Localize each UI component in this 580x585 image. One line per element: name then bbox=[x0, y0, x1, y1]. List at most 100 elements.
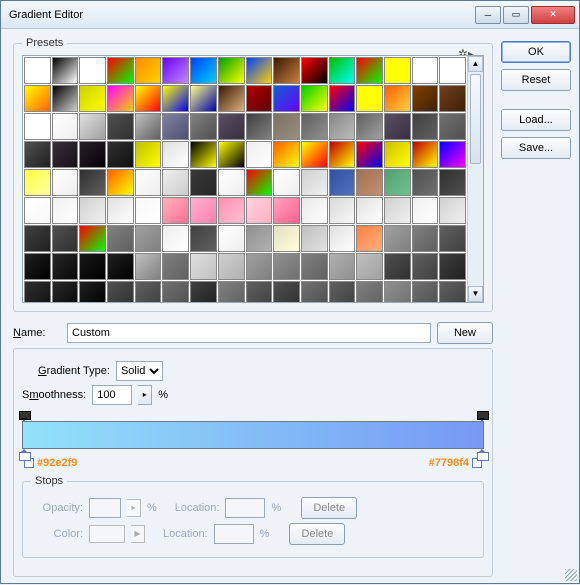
preset-swatch[interactable] bbox=[190, 281, 217, 303]
preset-swatch[interactable] bbox=[439, 113, 466, 140]
preset-swatch[interactable] bbox=[246, 141, 273, 168]
preset-swatch[interactable] bbox=[79, 141, 106, 168]
preset-swatch[interactable] bbox=[273, 225, 300, 252]
preset-swatch[interactable] bbox=[218, 197, 245, 224]
preset-swatch[interactable] bbox=[439, 225, 466, 252]
preset-swatch[interactable] bbox=[79, 253, 106, 280]
preset-swatch[interactable] bbox=[24, 281, 51, 303]
preset-swatch[interactable] bbox=[356, 253, 383, 280]
maximize-button[interactable]: ▭ bbox=[503, 6, 529, 24]
presets-grid[interactable] bbox=[23, 56, 467, 302]
preset-swatch[interactable] bbox=[52, 113, 79, 140]
preset-swatch[interactable] bbox=[384, 169, 411, 196]
preset-swatch[interactable] bbox=[412, 141, 439, 168]
preset-swatch[interactable] bbox=[52, 85, 79, 112]
preset-swatch[interactable] bbox=[162, 253, 189, 280]
preset-swatch[interactable] bbox=[52, 169, 79, 196]
preset-swatch[interactable] bbox=[329, 169, 356, 196]
preset-swatch[interactable] bbox=[356, 85, 383, 112]
preset-swatch[interactable] bbox=[384, 281, 411, 303]
preset-swatch[interactable] bbox=[301, 197, 328, 224]
preset-swatch[interactable] bbox=[218, 281, 245, 303]
preset-swatch[interactable] bbox=[162, 113, 189, 140]
preset-swatch[interactable] bbox=[218, 253, 245, 280]
preset-swatch[interactable] bbox=[356, 197, 383, 224]
scroll-track[interactable] bbox=[468, 72, 483, 286]
preset-swatch[interactable] bbox=[52, 141, 79, 168]
preset-swatch[interactable] bbox=[52, 281, 79, 303]
preset-swatch[interactable] bbox=[356, 281, 383, 303]
preset-swatch[interactable] bbox=[273, 281, 300, 303]
preset-swatch[interactable] bbox=[246, 169, 273, 196]
preset-swatch[interactable] bbox=[79, 281, 106, 303]
preset-swatch[interactable] bbox=[162, 141, 189, 168]
preset-swatch[interactable] bbox=[79, 57, 106, 84]
preset-swatch[interactable] bbox=[107, 281, 134, 303]
preset-swatch[interactable] bbox=[218, 141, 245, 168]
preset-swatch[interactable] bbox=[162, 169, 189, 196]
preset-swatch[interactable] bbox=[439, 85, 466, 112]
preset-swatch[interactable] bbox=[439, 253, 466, 280]
preset-swatch[interactable] bbox=[190, 169, 217, 196]
preset-swatch[interactable] bbox=[273, 113, 300, 140]
preset-swatch[interactable] bbox=[24, 197, 51, 224]
preset-swatch[interactable] bbox=[246, 85, 273, 112]
preset-swatch[interactable] bbox=[273, 85, 300, 112]
preset-swatch[interactable] bbox=[52, 57, 79, 84]
scroll-thumb[interactable] bbox=[470, 74, 481, 164]
preset-swatch[interactable] bbox=[329, 281, 356, 303]
preset-swatch[interactable] bbox=[107, 253, 134, 280]
preset-swatch[interactable] bbox=[439, 169, 466, 196]
preset-swatch[interactable] bbox=[218, 169, 245, 196]
presets-scrollbar[interactable]: ▲ ▼ bbox=[467, 56, 483, 302]
preset-swatch[interactable] bbox=[356, 141, 383, 168]
smoothness-stepper[interactable]: ▸ bbox=[138, 385, 152, 405]
preset-swatch[interactable] bbox=[24, 141, 51, 168]
gradient-preview-bar[interactable] bbox=[22, 421, 484, 449]
preset-swatch[interactable] bbox=[329, 57, 356, 84]
preset-swatch[interactable] bbox=[190, 113, 217, 140]
preset-swatch[interactable] bbox=[329, 85, 356, 112]
preset-swatch[interactable] bbox=[162, 225, 189, 252]
preset-swatch[interactable] bbox=[301, 85, 328, 112]
opacity-stop-left[interactable] bbox=[19, 411, 29, 421]
preset-swatch[interactable] bbox=[329, 253, 356, 280]
preset-swatch[interactable] bbox=[412, 281, 439, 303]
preset-swatch[interactable] bbox=[52, 197, 79, 224]
preset-swatch[interactable] bbox=[24, 85, 51, 112]
preset-swatch[interactable] bbox=[107, 85, 134, 112]
save-button[interactable]: Save... bbox=[501, 137, 571, 159]
preset-swatch[interactable] bbox=[24, 253, 51, 280]
preset-swatch[interactable] bbox=[384, 141, 411, 168]
preset-swatch[interactable] bbox=[273, 57, 300, 84]
preset-swatch[interactable] bbox=[384, 57, 411, 84]
preset-swatch[interactable] bbox=[190, 225, 217, 252]
color-stop-right[interactable] bbox=[477, 449, 487, 459]
minimize-button[interactable]: ─ bbox=[475, 6, 501, 24]
name-input[interactable] bbox=[67, 323, 431, 343]
preset-swatch[interactable] bbox=[246, 57, 273, 84]
preset-swatch[interactable] bbox=[439, 197, 466, 224]
gradient-type-select[interactable]: Solid bbox=[116, 361, 163, 381]
preset-swatch[interactable] bbox=[412, 85, 439, 112]
preset-swatch[interactable] bbox=[135, 169, 162, 196]
preset-swatch[interactable] bbox=[79, 169, 106, 196]
preset-swatch[interactable] bbox=[246, 281, 273, 303]
ok-button[interactable]: OK bbox=[501, 41, 571, 63]
preset-swatch[interactable] bbox=[162, 281, 189, 303]
preset-swatch[interactable] bbox=[384, 197, 411, 224]
preset-swatch[interactable] bbox=[107, 141, 134, 168]
titlebar[interactable]: Gradient Editor ─ ▭ ✕ bbox=[1, 1, 579, 29]
preset-swatch[interactable] bbox=[107, 225, 134, 252]
preset-swatch[interactable] bbox=[412, 113, 439, 140]
preset-swatch[interactable] bbox=[412, 169, 439, 196]
preset-swatch[interactable] bbox=[384, 85, 411, 112]
preset-swatch[interactable] bbox=[79, 85, 106, 112]
preset-swatch[interactable] bbox=[135, 113, 162, 140]
preset-swatch[interactable] bbox=[301, 169, 328, 196]
preset-swatch[interactable] bbox=[190, 57, 217, 84]
preset-swatch[interactable] bbox=[24, 113, 51, 140]
preset-swatch[interactable] bbox=[301, 113, 328, 140]
preset-swatch[interactable] bbox=[190, 253, 217, 280]
scroll-up-button[interactable]: ▲ bbox=[468, 56, 483, 72]
